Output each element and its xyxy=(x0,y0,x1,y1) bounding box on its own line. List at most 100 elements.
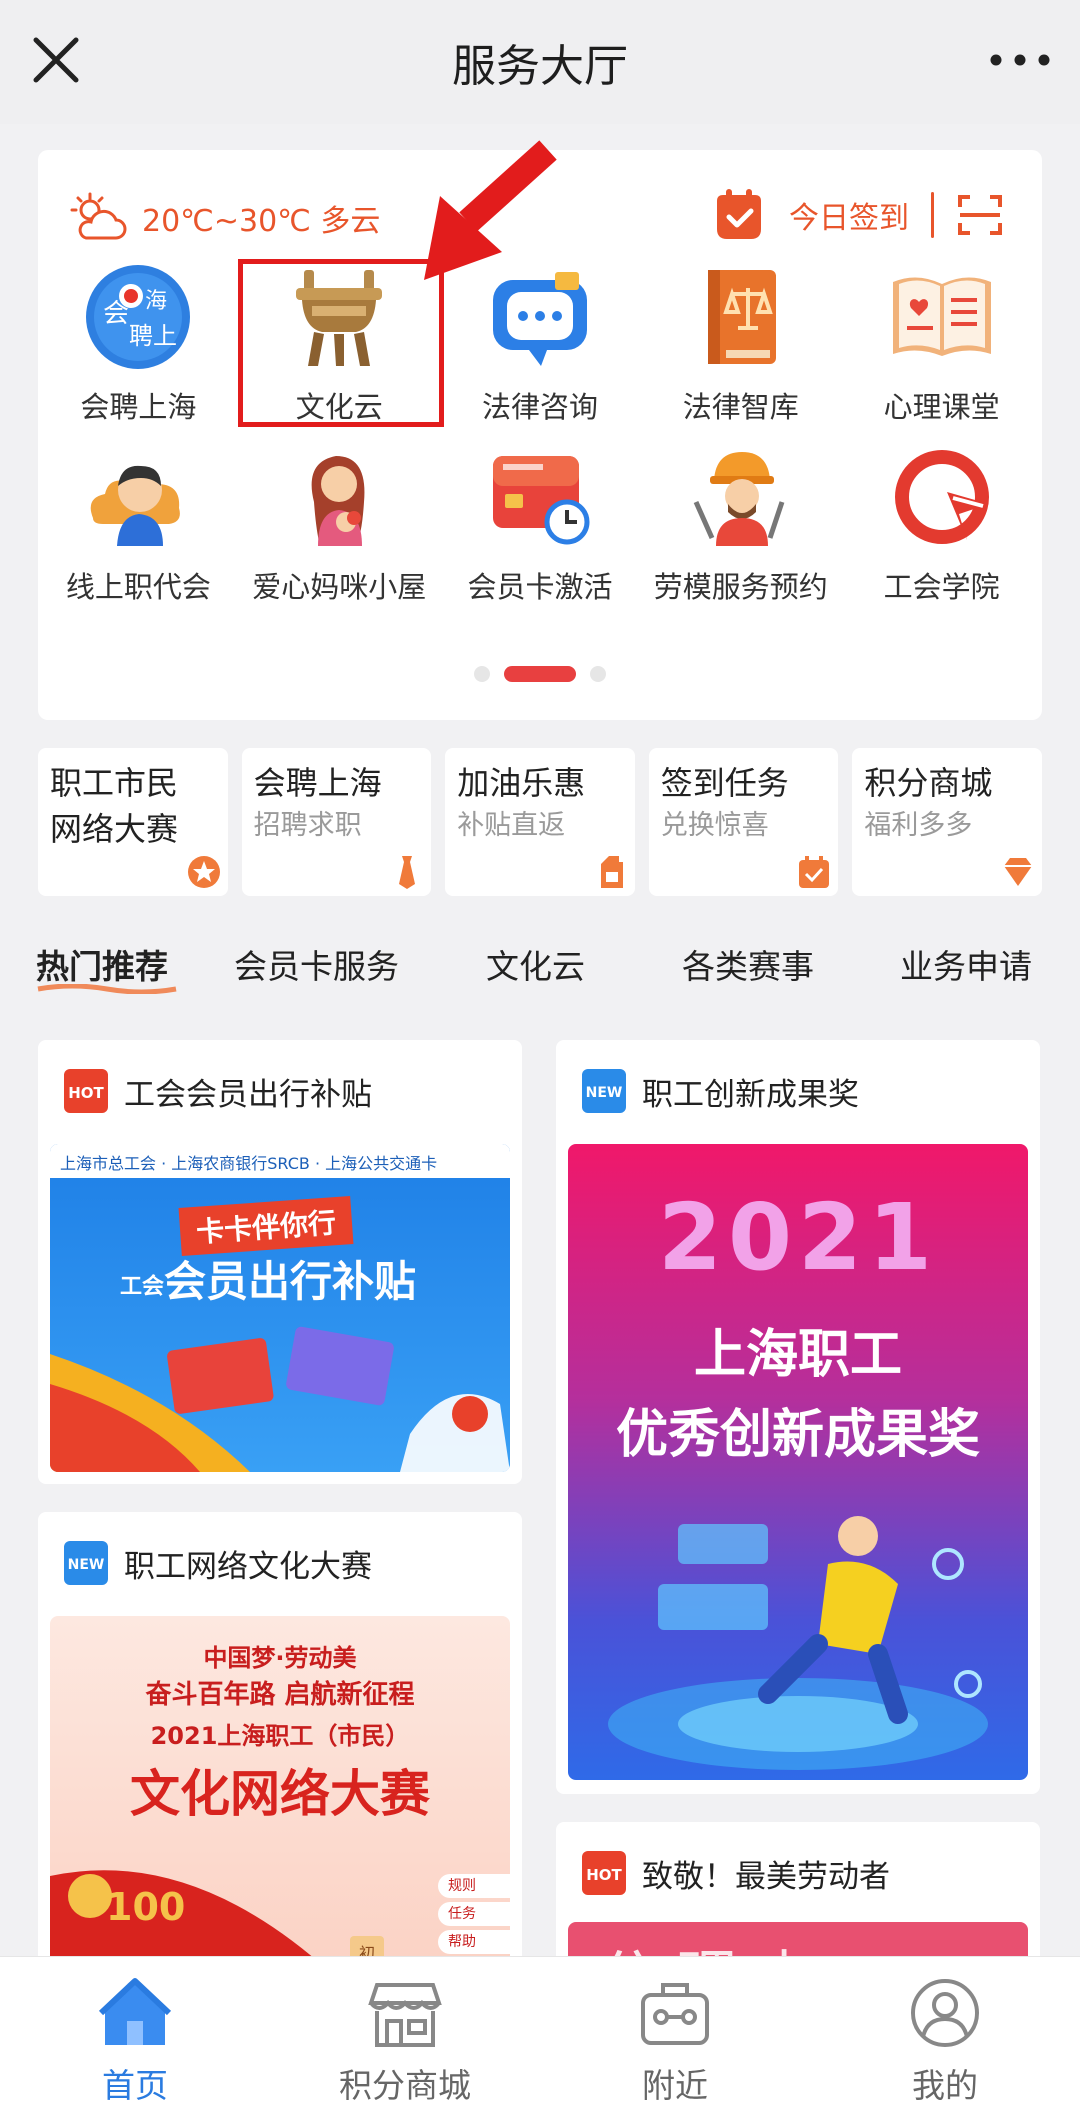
page-dot[interactable] xyxy=(474,666,490,682)
new-tag-icon: NEW xyxy=(582,1069,626,1113)
quick-card-title-line2: 网络大赛 xyxy=(50,810,179,848)
feed-card-header: NEW 职工网络文化大赛 xyxy=(64,1538,372,1588)
banner-slogan: 中国梦·劳动美 xyxy=(203,1644,357,1672)
quick-card-subtitle: 福利多多 xyxy=(864,810,973,841)
svg-text:NEW: NEW xyxy=(586,1085,623,1101)
worker-cloud-icon xyxy=(91,465,181,546)
grid-item-legal-think-tank[interactable]: 法律智库 xyxy=(640,260,841,440)
grid-item-member-card-activate[interactable]: 会员卡激活 xyxy=(440,440,641,620)
weather-info: 20℃~30℃ 多云 xyxy=(70,188,380,248)
page-dot-active[interactable] xyxy=(504,666,576,682)
quick-card-title: 积分商城 xyxy=(864,764,993,802)
feed-card-banner[interactable]: 中国梦·劳动美 奋斗百年路 启航新征程 2021上海职工（市民） 文化网络大赛 … xyxy=(50,1616,510,1972)
banner-headline: 文化网络大赛 xyxy=(130,1764,430,1823)
quick-card-points-mall[interactable]: 积分商城 福利多多 xyxy=(852,748,1042,896)
member-card-clock-icon xyxy=(492,456,590,545)
feed-card-header: HOT 工会会员出行补贴 xyxy=(64,1066,372,1116)
banner-side-item[interactable]: 帮助 xyxy=(438,1930,510,1954)
tab-competitions[interactable]: 各类赛事 xyxy=(682,940,814,988)
checkin-label[interactable]: 今日签到 xyxy=(789,193,909,237)
svg-text:聘上: 聘上 xyxy=(129,322,177,350)
tab-business-apply[interactable]: 业务申请 xyxy=(900,940,1032,988)
banner-headline: 工会会员出行补贴 xyxy=(120,1257,417,1306)
banner-headline: 上海职工 xyxy=(693,1325,902,1385)
svg-text:HOT: HOT xyxy=(68,1084,104,1102)
quick-card-subtitle: 兑换惊喜 xyxy=(660,810,769,841)
hot-tag-icon: HOT xyxy=(64,1069,108,1113)
page-dot[interactable] xyxy=(590,666,606,682)
mother-baby-icon xyxy=(311,456,365,546)
nav-label: 积分商城 xyxy=(339,2066,471,2105)
grid-item-union-college[interactable]: 工会学院 xyxy=(841,440,1042,620)
more-icon[interactable] xyxy=(988,44,1052,76)
banner-event-year: 2021上海职工（市民） xyxy=(150,1722,410,1750)
feed-card-banner[interactable]: 上海市总工会 · 上海农商银行SRCB · 上海公共交通卡 卡卡伴你行 工会会员… xyxy=(50,1144,510,1472)
feed-card-title: 工会会员出行补贴 xyxy=(124,1076,372,1113)
scan-icon[interactable] xyxy=(956,191,1004,239)
fuel-can-icon xyxy=(600,856,623,888)
nav-home[interactable]: 首页 xyxy=(0,1957,270,2112)
quick-card-fuel[interactable]: 加油乐惠 补贴直返 xyxy=(445,748,635,896)
quick-card-subtitle: 补贴直返 xyxy=(457,810,566,841)
feed-card-title: 致敬！最美劳动者 xyxy=(642,1858,890,1895)
bottom-nav: 首页 积分商城 附近 我的 xyxy=(0,1956,1080,2112)
tie-icon xyxy=(399,856,416,889)
feed-card-travel-subsidy[interactable]: HOT 工会会员出行补贴 上海市总工会 · 上海农商银行SRCB · 上海公共交… xyxy=(38,1040,522,1484)
nav-label: 我的 xyxy=(912,2066,978,2105)
nav-points-mall[interactable]: 积分商城 xyxy=(270,1957,540,2112)
quick-card-network-contest[interactable]: 职工市民 网络大赛 xyxy=(38,748,228,896)
calendar-check-icon[interactable] xyxy=(711,187,767,243)
banner-subslogan: 奋斗百年路 启航新征程 xyxy=(145,1680,415,1710)
feed-card-culture-contest[interactable]: NEW 职工网络文化大赛 中国梦·劳动美 奋斗百年路 启航新征程 2021上海职… xyxy=(38,1512,522,1972)
banner-side-item[interactable]: 规则 xyxy=(438,1874,510,1898)
quick-card-checkin-task[interactable]: 签到任务 兑换惊喜 xyxy=(648,748,839,896)
grid-label: 法律智库 xyxy=(682,390,799,424)
grid-label: 线上职代会 xyxy=(65,570,211,604)
banner-side-item[interactable]: 任务 xyxy=(438,1902,510,1926)
quick-card-recruit[interactable]: 会聘上海 招聘求职 xyxy=(241,748,432,896)
tab-hot[interactable]: 热门推荐 xyxy=(36,940,168,988)
grid-item-online-congress[interactable]: 线上职代会 xyxy=(38,440,239,620)
nav-label: 首页 xyxy=(102,2066,168,2105)
grid-item-mommy-room[interactable]: 爱心妈咪小屋 xyxy=(239,440,440,620)
grid-item-psychology-class[interactable]: 心理课堂 xyxy=(841,260,1042,440)
svg-text:NEW: NEW xyxy=(68,1557,105,1573)
feed-card-innovation-award[interactable]: NEW 职工创新成果奖 2021 上海职工 优秀创新成果奖 xyxy=(556,1040,1040,1794)
banner-logos: 上海市总工会 · 上海农商银行SRCB · 上海公共交通卡 xyxy=(60,1154,438,1173)
store-icon xyxy=(368,1983,442,2047)
quick-entry-row: 职工市民 网络大赛 会聘上海 招聘求职 加油乐惠 补贴直返 签到任务 兑换惊喜 … xyxy=(38,748,1042,896)
model-worker-icon xyxy=(693,452,785,546)
active-tab-underline xyxy=(37,984,177,994)
banner-slogan: 卡卡伴你行 xyxy=(178,1196,354,1256)
sun-cloud-icon xyxy=(70,192,127,240)
home-icon xyxy=(98,1978,172,2045)
weather-text: 20℃~30℃ 多云 xyxy=(142,204,381,239)
grid-label: 会聘上海 xyxy=(80,390,197,424)
nav-mine[interactable]: 我的 xyxy=(810,1957,1080,2112)
service-grid: 会 海 聘上 会聘上海 文化云 法律咨询 法律智库 心理课堂 线上职代会 爱心妈… xyxy=(38,260,1042,620)
banner-illustration xyxy=(608,1516,988,1770)
new-tag-icon: NEW xyxy=(64,1541,108,1585)
gem-icon xyxy=(1003,858,1032,886)
quick-card-title: 加油乐惠 xyxy=(457,764,586,802)
quick-card-title: 签到任务 xyxy=(660,764,789,802)
hot-tag-icon: HOT xyxy=(582,1851,626,1895)
star-badge-icon xyxy=(187,856,220,888)
tab-wenhua-yun[interactable]: 文化云 xyxy=(486,940,585,988)
grid-label: 工会学院 xyxy=(883,570,1000,604)
scales-book-icon xyxy=(707,270,776,364)
nav-label: 附近 xyxy=(642,2066,708,2105)
feed-card-banner[interactable]: 2021 上海职工 优秀创新成果奖 xyxy=(568,1144,1028,1780)
nav-nearby[interactable]: 附近 xyxy=(540,1957,810,2112)
grid-label: 心理课堂 xyxy=(883,390,1000,424)
grid-item-hui-pin-shanghai[interactable]: 会 海 聘上 会聘上海 xyxy=(38,260,239,440)
page-title: 服务大厅 xyxy=(452,41,628,92)
feed-card-title: 职工网络文化大赛 xyxy=(124,1548,372,1585)
banner-year: 2021 xyxy=(657,1184,939,1291)
grid-label: 爱心妈咪小屋 xyxy=(252,570,427,604)
page-indicator xyxy=(38,666,1042,682)
banner-side-menu: 规则 任务 帮助 xyxy=(438,1874,510,1958)
grid-item-model-worker-booking[interactable]: 劳模服务预约 xyxy=(640,440,841,620)
banner-illustration xyxy=(50,1326,510,1472)
tab-member-card-service[interactable]: 会员卡服务 xyxy=(234,940,399,988)
